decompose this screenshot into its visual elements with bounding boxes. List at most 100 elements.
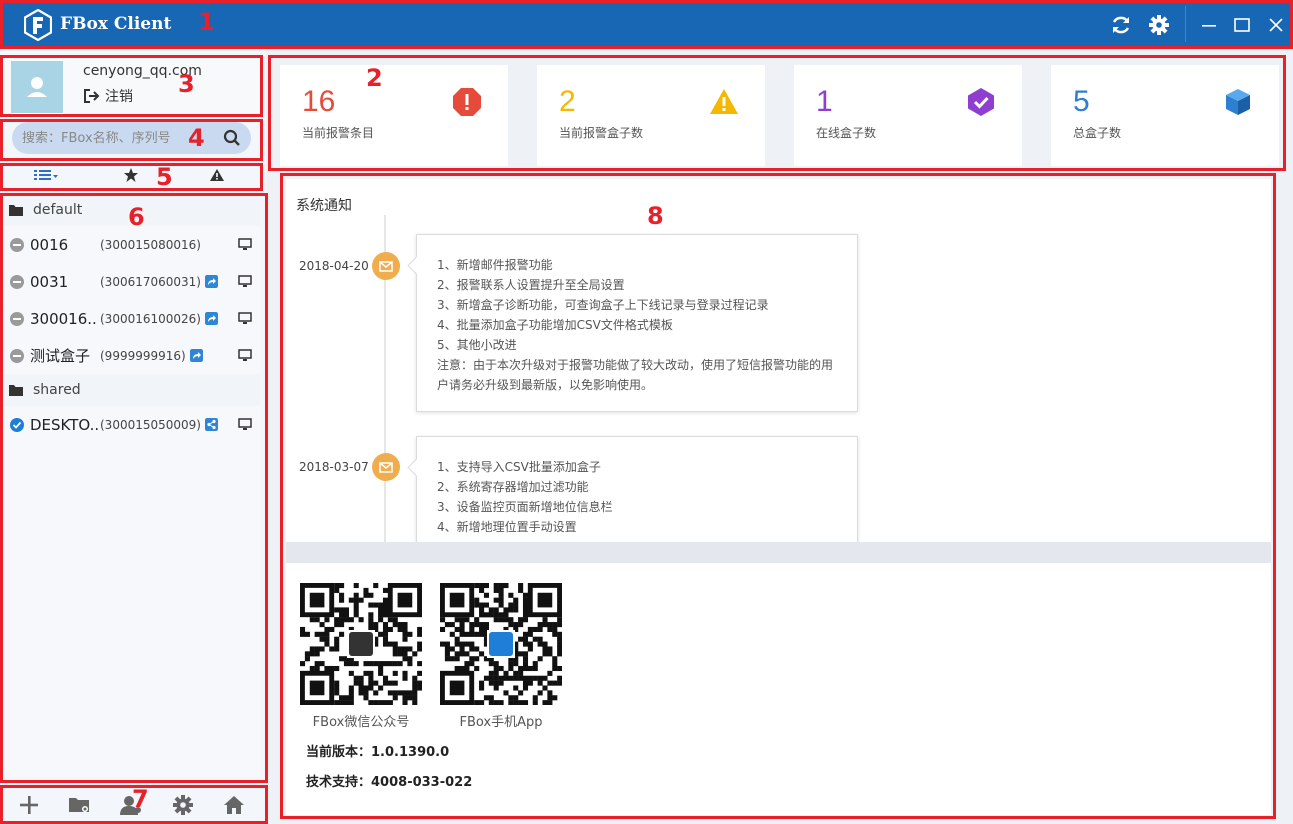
notice-line: 1、支持导入CSV批量添加盒子	[437, 460, 601, 474]
user-management-icon[interactable]	[118, 792, 144, 818]
stat-value: 5	[1073, 85, 1090, 118]
device-row[interactable]: DESKTO.. (300015050009)	[3, 406, 260, 443]
mail-icon	[372, 453, 400, 481]
folder-icon	[9, 205, 23, 216]
stat-label: 当前报警条目	[302, 126, 375, 140]
device-list: default 0016 (300015080016) 0031 (300617…	[3, 194, 260, 777]
search-icon[interactable]	[223, 129, 241, 147]
share-icon	[204, 275, 218, 288]
device-row[interactable]: 0031 (300617060031)	[3, 263, 260, 300]
support-value: 4008-033-022	[371, 775, 473, 790]
shared-link-icon	[204, 418, 218, 431]
refresh-icon[interactable]	[1110, 14, 1132, 36]
support-info: 技术支持：4008-033-022	[306, 771, 472, 790]
device-row[interactable]: 300016.. (300016100026)	[3, 300, 260, 337]
notice-line: 4、批量添加盒子功能增加CSV文件格式模板	[437, 318, 673, 332]
user-icon	[27, 77, 47, 97]
group-default[interactable]: default	[3, 194, 260, 226]
monitor-icon[interactable]	[238, 238, 252, 251]
stat-card-alarm-boxes[interactable]: 2 当前报警盒子数	[537, 65, 765, 166]
folder-icon	[9, 385, 23, 396]
stat-label: 总盒子数	[1073, 126, 1122, 140]
stat-value: 16	[302, 85, 336, 118]
user-email: cenyong_qq.com	[83, 63, 202, 79]
folder-settings-icon[interactable]	[67, 792, 93, 818]
stat-value: 1	[816, 85, 833, 118]
notice-date: 2018-04-20	[299, 259, 369, 273]
group-shared[interactable]: shared	[3, 374, 260, 406]
stat-card-alarm-items[interactable]: 16 当前报警条目	[280, 65, 508, 166]
settings-icon[interactable]	[170, 792, 196, 818]
system-notice-panel: 系统通知 2018-04-20 1、新增邮件报警功能 2、报警联系人设置提升至全…	[286, 179, 1271, 542]
device-row[interactable]: 0016 (300015080016)	[3, 226, 260, 263]
notice-title: 系统通知	[296, 198, 352, 214]
fbox-logo-icon	[24, 9, 52, 41]
notice-line: 3、设备监控页面新增地位信息栏	[437, 500, 613, 514]
stat-card-online-boxes[interactable]: 1 在线盒子数	[794, 65, 1022, 166]
version-info: 当前版本：1.0.1390.0	[306, 741, 449, 760]
device-name: DESKTO..	[30, 415, 100, 434]
version-value: 1.0.1390.0	[371, 745, 450, 760]
group-name: shared	[33, 382, 81, 398]
title-bar: FBox Client	[0, 0, 1293, 49]
share-icon	[189, 349, 203, 362]
home-icon[interactable]	[221, 792, 247, 818]
stat-label: 当前报警盒子数	[559, 126, 644, 140]
notice-card: 1、支持导入CSV批量添加盒子 2、系统寄存器增加过滤功能 3、设备监控页面新增…	[416, 436, 858, 542]
minimize-icon[interactable]	[1198, 14, 1220, 36]
logout-button[interactable]: 注销	[83, 86, 133, 106]
device-name: 300016..	[30, 309, 97, 328]
offline-status-icon	[10, 274, 24, 289]
alarm-exclamation-icon	[453, 88, 481, 116]
device-serial: (300016100026)	[100, 311, 201, 326]
add-device-icon[interactable]	[16, 792, 42, 818]
share-icon	[204, 312, 218, 325]
wechat-qr-code	[300, 583, 422, 705]
monitor-icon[interactable]	[238, 312, 252, 325]
notice-line: 4、新增地理位置手动设置	[437, 520, 577, 534]
monitor-icon[interactable]	[238, 418, 252, 431]
favorites-star-icon[interactable]	[116, 165, 146, 185]
monitor-icon[interactable]	[238, 349, 252, 362]
app-qr-code	[440, 583, 562, 705]
notice-line: 1、新增邮件报警功能	[437, 258, 553, 272]
notice-line: 2、系统寄存器增加过滤功能	[437, 480, 589, 494]
device-serial: (300015050009)	[100, 417, 201, 432]
device-row[interactable]: 测试盒子 (9999999916)	[3, 337, 260, 374]
sidebar-toolbar	[3, 788, 260, 822]
mail-icon	[372, 252, 400, 280]
alarm-filter-warning-icon[interactable]	[202, 165, 232, 185]
notice-line: 注意：由于本次升级对于报警功能做了较大改动，使用了短信报警功能的用户请务必升级到…	[437, 358, 834, 392]
cube-icon	[1226, 89, 1250, 115]
device-name: 0031	[30, 272, 69, 291]
search-box	[12, 122, 251, 154]
panel-divider	[286, 542, 1271, 563]
logout-label: 注销	[105, 89, 133, 105]
maximize-icon[interactable]	[1231, 14, 1253, 36]
avatar	[11, 61, 63, 113]
online-check-icon	[968, 88, 994, 116]
list-filter-tabs	[3, 163, 260, 187]
info-footer: FBox微信公众号 FBox手机App 当前版本：1.0.1390.0 技术支持…	[286, 563, 1271, 815]
qr-app-label: FBox手机App	[459, 715, 543, 730]
list-view-dropdown-icon[interactable]	[31, 165, 61, 185]
offline-status-icon	[10, 311, 24, 326]
stat-card-total-boxes[interactable]: 5 总盒子数	[1051, 65, 1279, 166]
sidebar: cenyong_qq.com 注销 搜索：FBox名称、序列号 default …	[0, 49, 266, 824]
group-name: default	[33, 202, 83, 218]
notice-line: 3、新增盒子诊断功能，可查询盒子上下线记录与登录过程记录	[437, 298, 769, 312]
app-title: FBox Client	[60, 14, 172, 34]
settings-gear-icon[interactable]	[1148, 14, 1170, 36]
support-label: 技术支持：	[306, 775, 372, 790]
device-name: 0016	[30, 235, 69, 254]
device-name: 测试盒子	[30, 347, 91, 365]
device-serial: (300617060031)	[100, 274, 201, 289]
stat-value: 2	[559, 85, 576, 118]
qr-wechat-label: FBox微信公众号	[312, 715, 410, 730]
user-panel: cenyong_qq.com 注销	[3, 56, 260, 118]
device-serial: (9999999916)	[100, 348, 186, 363]
stat-label: 在线盒子数	[816, 126, 877, 140]
close-icon[interactable]	[1265, 14, 1287, 36]
monitor-icon[interactable]	[238, 275, 252, 288]
search-input[interactable]	[22, 128, 212, 148]
